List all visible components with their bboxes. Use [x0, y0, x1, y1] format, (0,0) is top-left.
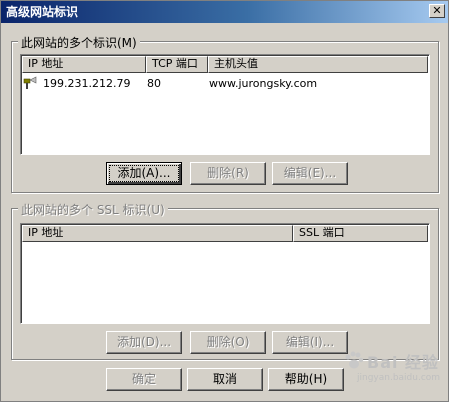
remove-ssl-identity-button[interactable]: 删除(O): [190, 331, 266, 354]
site-binding-icon: [23, 76, 39, 90]
help-button[interactable]: 帮助(H): [268, 368, 344, 391]
ssl-identities-list[interactable]: IP 地址 SSL 端口: [20, 223, 430, 324]
close-button[interactable]: ✕: [429, 4, 445, 18]
add-identity-button[interactable]: 添加(A)...: [106, 162, 182, 185]
edit-ssl-identity-button[interactable]: 编辑(I)...: [272, 331, 348, 354]
cancel-button[interactable]: 取消: [187, 368, 263, 391]
watermark-subtext: jingyan.baidu.com: [357, 373, 441, 383]
column-header-ip[interactable]: IP 地址: [22, 56, 146, 73]
site-identities-group: 此网站的多个标识(M) IP 地址 TCP 端口 主机头值 199.231.21…: [11, 34, 439, 193]
site-identities-list[interactable]: IP 地址 TCP 端口 主机头值 199.231.212.79 80 www.…: [20, 54, 430, 155]
ssl-identities-group-label: 此网站的多个 SSL 标识(U): [18, 201, 168, 218]
ssl-identities-group: 此网站的多个 SSL 标识(U) IP 地址 SSL 端口 添加(D)... 删…: [11, 201, 439, 360]
table-row[interactable]: 199.231.212.79 80 www.jurongsky.com: [23, 75, 317, 91]
cell-host-header: www.jurongsky.com: [209, 76, 318, 90]
ok-button[interactable]: 确定: [106, 368, 182, 391]
remove-identity-button[interactable]: 删除(R): [190, 162, 266, 185]
title-bar: 高级网站标识 ✕: [1, 1, 448, 23]
watermark-text: Bai 经验: [367, 353, 440, 372]
column-header-tcp-port[interactable]: TCP 端口: [146, 56, 208, 73]
window-title: 高级网站标识: [6, 5, 79, 19]
site-identities-group-label: 此网站的多个标识(M): [18, 34, 140, 51]
column-header-ssl-ip[interactable]: IP 地址: [22, 225, 293, 242]
watermark: Bai 经验 jingyan.baidu.com: [343, 349, 440, 383]
ssl-identities-list-header: IP 地址 SSL 端口: [22, 225, 428, 242]
cell-tcp-port: 80: [147, 76, 161, 90]
cell-ip: 199.231.212.79: [43, 76, 131, 90]
edit-identity-button[interactable]: 编辑(E)...: [272, 162, 348, 185]
site-identities-list-header: IP 地址 TCP 端口 主机头值: [22, 56, 428, 73]
column-header-host-header[interactable]: 主机头值: [208, 56, 428, 73]
advanced-site-identification-dialog: 高级网站标识 ✕ 此网站的多个标识(M) IP 地址 TCP 端口 主机头值 1…: [0, 0, 449, 402]
paw-logo-icon: [343, 351, 365, 371]
add-ssl-identity-button[interactable]: 添加(D)...: [106, 331, 182, 354]
column-header-ssl-port[interactable]: SSL 端口: [293, 225, 428, 242]
close-icon: ✕: [432, 4, 442, 17]
